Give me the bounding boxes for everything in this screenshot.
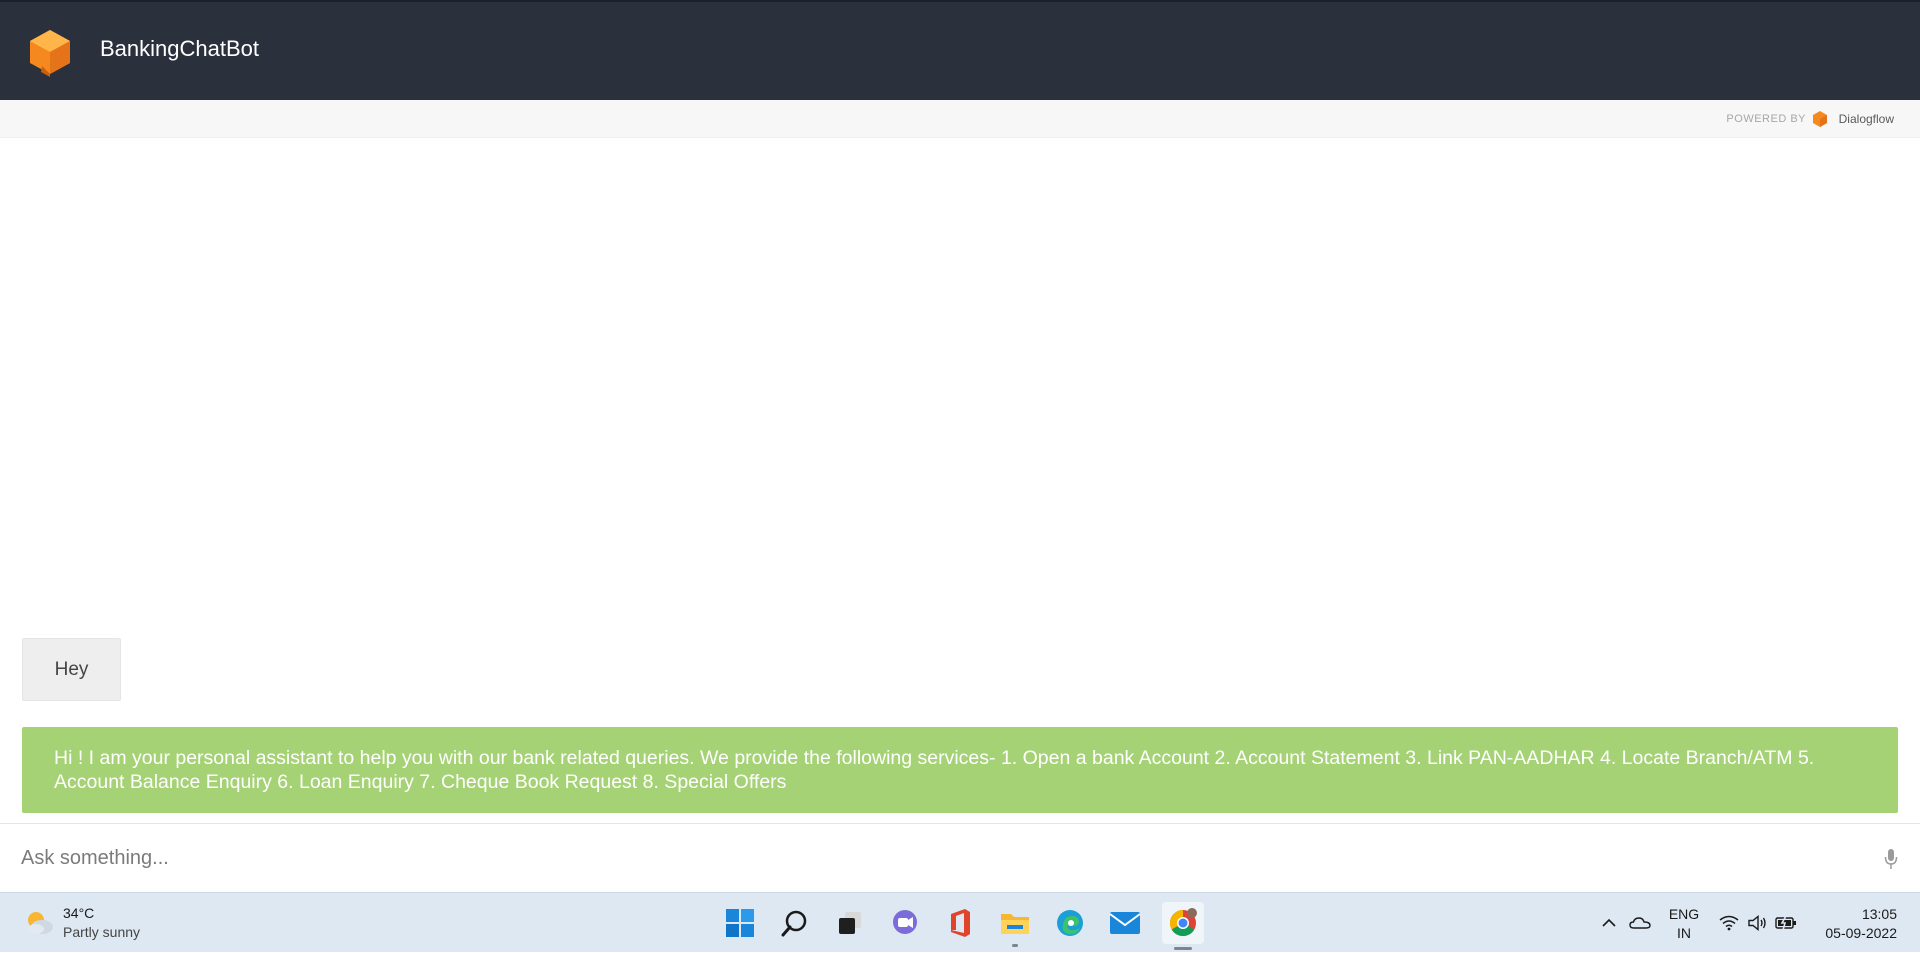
file-explorer-icon[interactable]: [997, 905, 1033, 947]
running-indicator: [1012, 944, 1018, 947]
wifi-icon[interactable]: [1718, 893, 1740, 953]
search-icon[interactable]: [777, 905, 813, 941]
weather-temperature[interactable]: 34°C: [63, 905, 94, 921]
teams-chat-icon[interactable]: [887, 905, 923, 941]
chat-area[interactable]: Hey Hi ! I am your personal assistant to…: [0, 139, 1920, 823]
windows-taskbar: 34°C Partly sunny ENG IN 13:05 05-09-202…: [0, 892, 1920, 952]
onedrive-cloud-icon[interactable]: [1629, 893, 1651, 953]
mail-icon[interactable]: [1107, 905, 1143, 941]
chrome-icon[interactable]: [1162, 902, 1204, 950]
microphone-icon[interactable]: [1884, 848, 1898, 870]
ask-input[interactable]: [21, 842, 1861, 874]
edge-icon[interactable]: [1052, 905, 1088, 941]
dialogflow-brand[interactable]: Dialogflow: [1839, 112, 1894, 126]
system-clock[interactable]: 13:05 05-09-2022: [1825, 905, 1897, 943]
clock-time: 13:05: [1861, 906, 1897, 922]
active-indicator: [1174, 947, 1192, 950]
language-indicator[interactable]: ENG IN: [1666, 905, 1702, 943]
partly-sunny-icon[interactable]: [22, 907, 56, 937]
powered-by-bar: POWERED BY Dialogflow: [0, 100, 1920, 138]
bot-message-bubble: Hi ! I am your personal assistant to hel…: [22, 727, 1898, 813]
office-icon[interactable]: [942, 905, 978, 941]
clock-date: 05-09-2022: [1825, 925, 1897, 941]
battery-charging-icon[interactable]: [1774, 893, 1798, 953]
chatbot-app: BankingChatBot POWERED BY Dialogflow Hey…: [0, 0, 1920, 892]
language-region: IN: [1677, 925, 1691, 941]
task-view-icon[interactable]: [832, 905, 868, 941]
chevron-up-icon[interactable]: [1599, 893, 1619, 953]
start-icon[interactable]: [722, 905, 758, 941]
dialogflow-logo-icon: [30, 30, 70, 77]
app-title: BankingChatBot: [100, 36, 259, 61]
input-bar: [0, 823, 1920, 892]
dialogflow-small-icon: [1813, 111, 1827, 127]
user-message-bubble: Hey: [22, 638, 121, 701]
powered-by-label: POWERED BY: [1726, 113, 1806, 125]
weather-description[interactable]: Partly sunny: [63, 924, 140, 940]
volume-icon[interactable]: [1746, 893, 1768, 953]
app-header: BankingChatBot: [0, 0, 1920, 100]
language-code: ENG: [1668, 906, 1700, 922]
